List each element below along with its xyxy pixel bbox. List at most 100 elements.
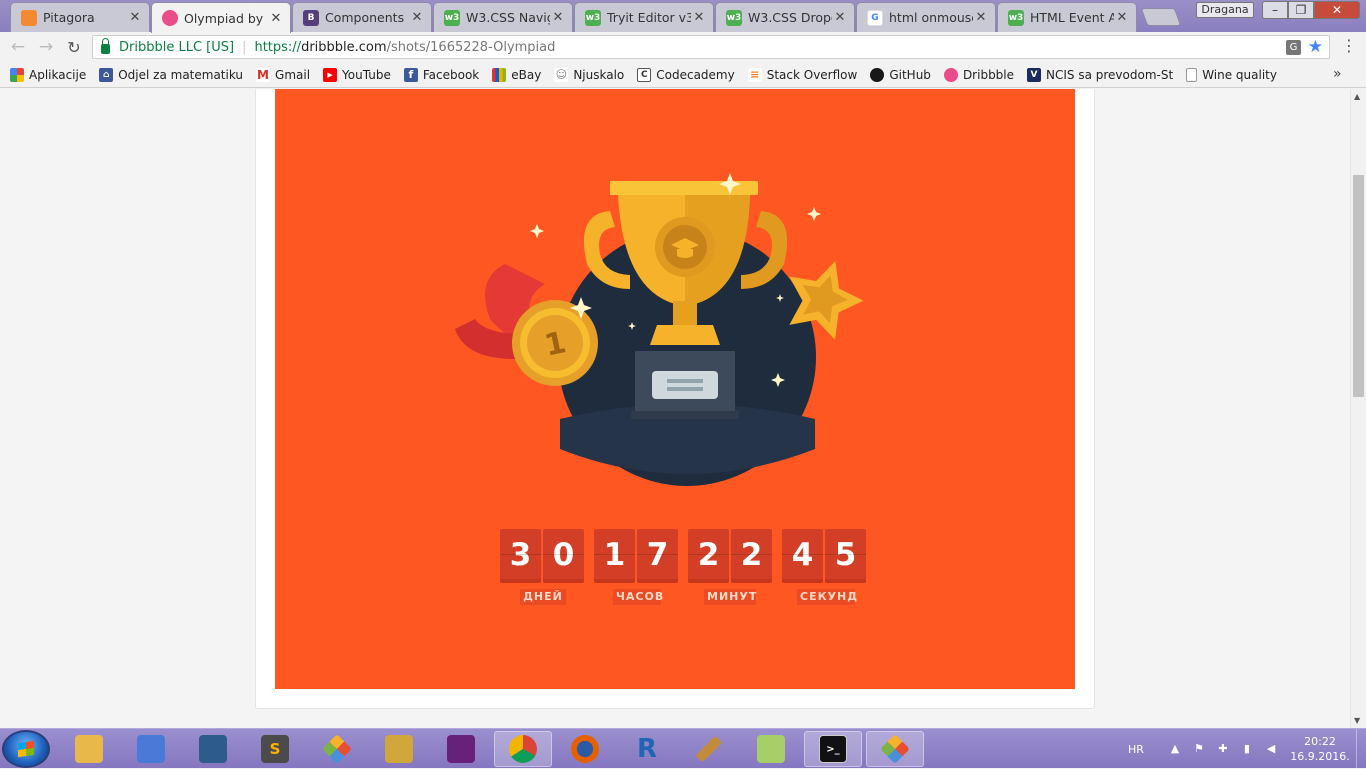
bookmark-wine-quality[interactable]: Wine quality — [1186, 67, 1277, 82]
bookmark-ebay[interactable]: eBay — [492, 67, 541, 82]
taskbar-r-language[interactable]: R — [618, 731, 676, 767]
new-tab-button[interactable] — [1140, 8, 1182, 26]
notes-icon — [757, 735, 785, 763]
bookmark-dribbble[interactable]: Dribbble — [943, 67, 1014, 82]
gmail-icon: M — [256, 67, 271, 82]
close-icon[interactable]: ✕ — [832, 10, 848, 25]
back-button[interactable]: ← — [4, 33, 32, 61]
taskbar-sublime-text[interactable]: S — [246, 731, 304, 767]
taskbar-network-tool[interactable] — [122, 731, 180, 767]
bookmark-codecademy[interactable]: C Codecademy — [637, 67, 735, 82]
system-clock[interactable]: 20:22 16.9.2016. — [1290, 734, 1350, 764]
bookmark-star-icon[interactable]: ★ — [1308, 37, 1323, 57]
signal-icon[interactable]: ▮ — [1240, 742, 1254, 756]
minimize-button[interactable]: – — [1262, 1, 1288, 19]
tab-w3css-dropdown[interactable]: w3 W3.CSS Dropd ✕ — [715, 2, 855, 32]
countdown-digit: 2 — [731, 529, 772, 579]
bookmark-stack-overflow[interactable]: ≡ Stack Overflow — [747, 67, 857, 82]
tab-title: HTML Event At — [1030, 10, 1114, 25]
terminal-icon: >_ — [819, 735, 847, 763]
bookmark-njuskalo[interactable]: ☺ Njuskalo — [554, 67, 624, 82]
tab-title: html onmouse — [889, 10, 973, 25]
ebay-icon — [492, 67, 507, 82]
bookmark-facebook[interactable]: f Facebook — [403, 67, 479, 82]
tab-tryit-editor[interactable]: w3 Tryit Editor v3. ✕ — [574, 2, 714, 32]
tab-html-event[interactable]: w3 HTML Event At ✕ — [997, 2, 1137, 32]
close-icon[interactable]: ✕ — [268, 11, 284, 26]
page-scrollbar[interactable]: ▲ ▼ — [1350, 89, 1366, 728]
youtube-icon: ▶ — [323, 67, 338, 82]
bookmarks-overflow-icon[interactable]: » — [1333, 66, 1342, 82]
olympiad-illustration: 1 — [455, 173, 864, 486]
tab-olympiad[interactable]: Olympiad by Le ✕ — [151, 2, 291, 33]
taskbar-mysql-workbench[interactable] — [184, 731, 242, 767]
folder-icon — [75, 735, 103, 763]
action-center-icon[interactable]: ⚑ — [1192, 742, 1206, 756]
bookmark-aplikacije[interactable]: Aplikacije — [10, 67, 86, 82]
trophy-plaque — [652, 371, 718, 399]
taskbar-visual-studio[interactable] — [432, 731, 490, 767]
bookmark-label: Codecademy — [656, 67, 735, 82]
tab-title: W3.CSS Dropd — [748, 10, 832, 25]
close-window-button[interactable]: ✕ — [1314, 1, 1360, 19]
windows-taskbar: S R >_ HR ▲ ⚑ ✚ ▮ ◀ 20:22 16.9.2016. — [0, 728, 1366, 769]
security-icon[interactable]: ✚ — [1216, 742, 1230, 756]
taskbar-file-explorer[interactable] — [60, 731, 118, 767]
bookmark-github[interactable]: GitHub — [870, 67, 931, 82]
close-icon[interactable]: ✕ — [1114, 10, 1130, 25]
w3schools-favicon-icon: w3 — [1008, 9, 1024, 26]
bookmark-ncis[interactable]: V NCIS sa prevodom-St — [1027, 67, 1173, 82]
close-icon[interactable]: ✕ — [973, 10, 989, 25]
taskbar-firefox[interactable] — [556, 731, 614, 767]
tab-html-onmouse[interactable]: G html onmouse ✕ — [856, 2, 996, 32]
countdown-digit: 2 — [688, 529, 729, 579]
close-icon[interactable]: ✕ — [691, 10, 707, 25]
tab-pitagora[interactable]: Pitagora ✕ — [10, 2, 150, 32]
tab-title: W3.CSS Navig — [466, 10, 550, 25]
taskbar-git-gui[interactable] — [308, 731, 366, 767]
show-desktop-button[interactable] — [1356, 729, 1366, 769]
bookmark-label: Wine quality — [1202, 67, 1277, 82]
reload-button[interactable]: ↻ — [60, 33, 88, 61]
tab-w3css-navigation[interactable]: w3 W3.CSS Navig ✕ — [433, 2, 573, 32]
taskbar-chrome[interactable] — [494, 731, 552, 767]
scroll-up-arrow-icon[interactable]: ▲ — [1354, 92, 1360, 101]
bookmark-youtube[interactable]: ▶ YouTube — [323, 67, 391, 82]
bookmark-label: YouTube — [342, 67, 391, 82]
close-icon[interactable]: ✕ — [550, 10, 566, 25]
stackoverflow-icon: ≡ — [747, 67, 762, 82]
close-icon[interactable]: ✕ — [127, 10, 143, 25]
w3schools-favicon-icon: w3 — [444, 9, 460, 26]
chrome-menu-icon[interactable]: ⋮ — [1341, 36, 1357, 55]
w3schools-favicon-icon: w3 — [726, 9, 742, 26]
clock-time: 20:22 — [1304, 735, 1336, 748]
taskbar-sticky-notes[interactable] — [742, 731, 800, 767]
url-scheme: https:// — [254, 39, 302, 55]
tab-title: Pitagora — [43, 10, 95, 25]
url-path: /shots/1665228-Olympiad — [386, 39, 556, 55]
profile-button[interactable]: Dragana — [1196, 2, 1254, 18]
tab-components[interactable]: B Components · B ✕ — [292, 2, 432, 32]
bookmark-gmail[interactable]: M Gmail — [256, 67, 310, 82]
start-button[interactable] — [2, 730, 50, 768]
volume-icon[interactable]: ◀ — [1264, 742, 1278, 756]
close-icon[interactable]: ✕ — [409, 10, 425, 25]
maximize-button[interactable]: ❐ — [1288, 1, 1314, 19]
lock-icon — [101, 37, 110, 54]
translate-icon[interactable]: G — [1286, 40, 1301, 55]
taskbar-tools[interactable] — [370, 731, 428, 767]
taskbar-command-prompt[interactable]: >_ — [804, 731, 862, 767]
show-hidden-icons-icon[interactable]: ▲ — [1168, 742, 1182, 756]
taskbar-pencil-app[interactable] — [680, 731, 738, 767]
taskbar-git-gui-2[interactable] — [866, 731, 924, 767]
scrollbar-thumb[interactable] — [1353, 175, 1364, 397]
tab-title: Olympiad by Le — [184, 10, 268, 26]
scroll-down-arrow-icon[interactable]: ▼ — [1354, 716, 1360, 725]
pitagora-favicon-icon — [21, 9, 37, 26]
bookmark-odjel-za-matematiku[interactable]: ⌂ Odjel za matematiku — [99, 67, 243, 82]
page-icon — [1186, 67, 1198, 82]
shot-image: 1 3 0 1 7 2 2 4 5 ДНЕЙ ЧАСОВ МИНУТ СЕКУН… — [275, 89, 1075, 689]
language-indicator[interactable]: HR — [1128, 743, 1144, 756]
address-bar[interactable]: Dribbble LLC [US] | https://dribbble.com… — [92, 35, 1330, 59]
forward-button[interactable]: → — [32, 33, 60, 61]
